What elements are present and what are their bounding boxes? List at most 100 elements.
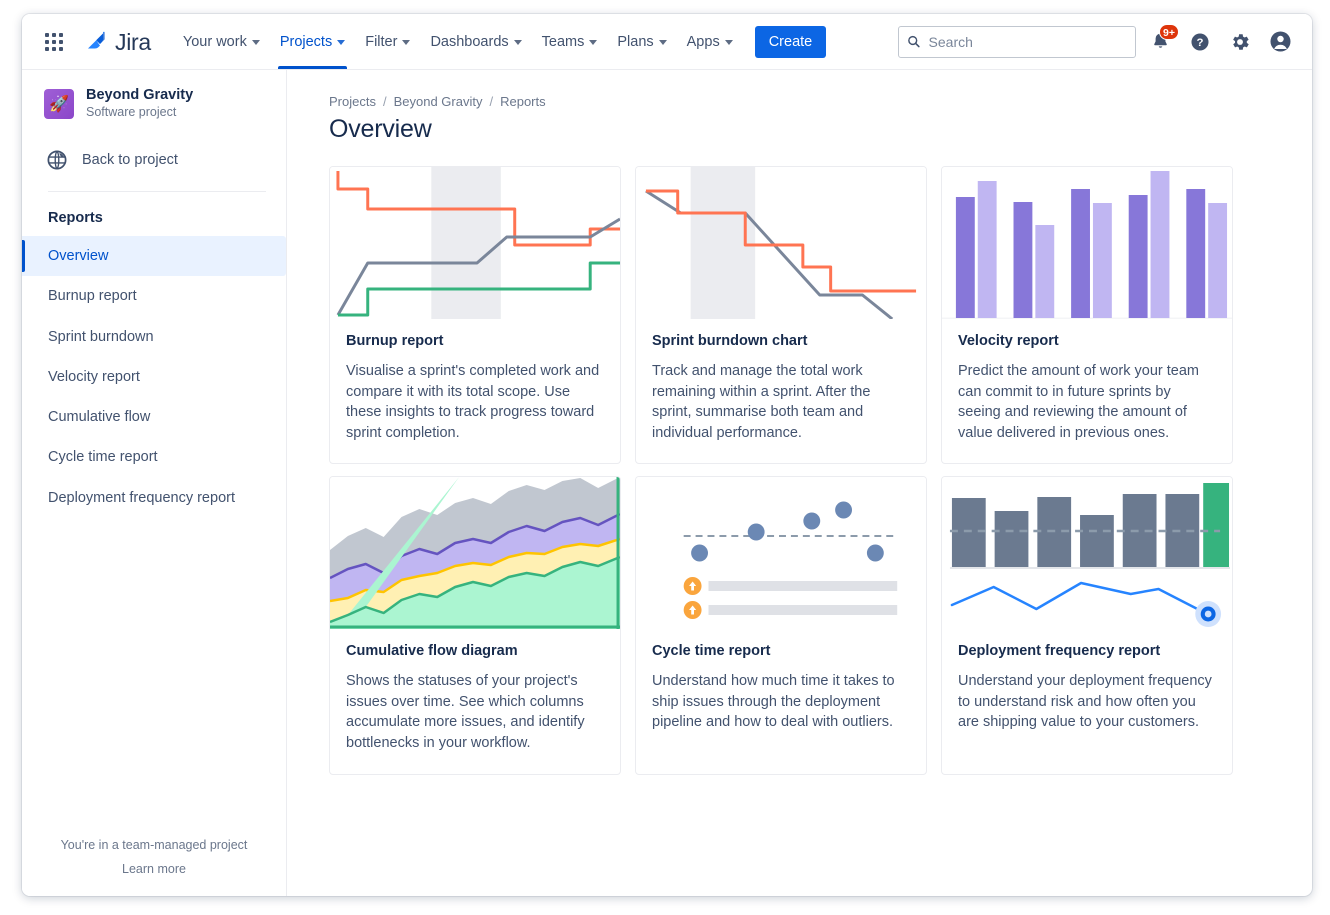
team-managed-note: You're in a team-managed project [38,838,270,852]
sidebar-item-velocity-report[interactable]: Velocity report [22,357,286,397]
chevron-down-icon [589,40,597,45]
report-card-deployment-frequency-report[interactable]: Deployment frequency report Understand y… [941,476,1233,774]
profile-avatar-icon [1268,29,1293,54]
project-header[interactable]: 🚀 Beyond Gravity Software project [22,86,286,121]
card-description: Visualise a sprint's completed work and … [346,361,604,443]
nav-item-plans[interactable]: Plans [607,14,676,69]
chevron-down-icon [402,40,410,45]
breadcrumb: Projects / Beyond Gravity / Reports [329,94,1272,109]
burnup-chart-thumbnail [330,167,620,319]
project-sidebar: 🚀 Beyond Gravity Software project Back t… [22,70,287,896]
back-to-project-label: Back to project [82,152,178,168]
velocity-bar-chart-thumbnail [942,167,1232,319]
page-body: 🚀 Beyond Gravity Software project Back t… [22,70,1312,896]
breadcrumb-reports[interactable]: Reports [500,94,546,109]
report-card-sprint-burndown-chart[interactable]: Sprint burndown chart Track and manage t… [635,166,927,464]
sidebar-item-label: Burnup report [48,288,137,304]
main-content: Projects / Beyond Gravity / Reports Over… [287,70,1312,896]
app-window: Jira Your work Projects Filter Dashboard… [22,14,1312,896]
sidebar-item-label: Deployment frequency report [48,490,235,506]
report-card-velocity-report[interactable]: Velocity report Predict the amount of wo… [941,166,1233,464]
app-switcher-button[interactable] [38,26,70,58]
chevron-down-icon [337,40,345,45]
chevron-down-icon [514,40,522,45]
card-description: Predict the amount of work your team can… [958,361,1216,443]
settings-button[interactable] [1224,26,1256,58]
svg-text:?: ? [1197,37,1204,49]
card-title: Cycle time report [652,643,910,659]
primary-nav-items: Your work Projects Filter Dashboards Tea… [173,14,743,69]
profile-button[interactable] [1264,26,1296,58]
card-title: Burnup report [346,333,604,349]
report-card-burnup-report[interactable]: Burnup report Visualise a sprint's compl… [329,166,621,464]
grid-apps-icon [45,33,63,51]
card-body: Velocity report Predict the amount of wo… [942,319,1232,463]
sidebar-divider [48,191,266,192]
sidebar-item-cumulative-flow[interactable]: Cumulative flow [22,397,286,437]
breadcrumb-beyond-gravity[interactable]: Beyond Gravity [394,94,483,109]
sidebar-section-reports: Reports [22,202,286,234]
breadcrumb-projects[interactable]: Projects [329,94,376,109]
top-navigation-bar: Jira Your work Projects Filter Dashboard… [22,14,1312,70]
report-card-cycle-time-report[interactable]: Cycle time report Understand how much ti… [635,476,927,774]
report-card-cumulative-flow-diagram[interactable]: Cumulative flow diagram Shows the status… [329,476,621,774]
nav-label: Your work [183,34,247,50]
nav-item-dashboards[interactable]: Dashboards [420,14,531,69]
sidebar-item-label: Cumulative flow [48,409,150,425]
sidebar-item-overview[interactable]: Overview [22,236,286,276]
rocket-icon: 🚀 [44,89,74,119]
nav-label: Filter [365,34,397,50]
sidebar-item-deployment-frequency-report[interactable]: Deployment frequency report [22,478,286,518]
nav-item-filter[interactable]: Filter [355,14,420,69]
topnav-right-group: 9+ ? [898,26,1296,58]
learn-more-link[interactable]: Learn more [38,862,270,876]
create-button[interactable]: Create [755,26,827,58]
search-input[interactable] [929,34,1127,50]
card-title: Velocity report [958,333,1216,349]
help-button[interactable]: ? [1184,26,1216,58]
card-description: Track and manage the total work remainin… [652,361,910,443]
nav-label: Projects [280,34,332,50]
sidebar-item-label: Overview [48,248,108,264]
sidebar-item-sprint-burndown[interactable]: Sprint burndown [22,317,286,357]
nav-label: Dashboards [430,34,508,50]
nav-item-teams[interactable]: Teams [532,14,608,69]
card-description: Understand how much time it takes to shi… [652,671,910,733]
nav-item-your-work[interactable]: Your work [173,14,270,69]
nav-label: Teams [542,34,585,50]
card-body: Sprint burndown chart Track and manage t… [636,319,926,463]
cycle-time-scatter-thumbnail [636,477,926,629]
help-icon: ? [1189,31,1211,53]
card-title: Cumulative flow diagram [346,643,604,659]
back-to-project-link[interactable]: Back to project [22,143,286,177]
card-body: Cumulative flow diagram Shows the status… [330,629,620,773]
globe-icon [46,149,68,171]
nav-item-apps[interactable]: Apps [677,14,743,69]
search-box[interactable] [898,26,1136,58]
card-body: Cycle time report Understand how much ti… [636,629,926,753]
sidebar-item-label: Velocity report [48,369,140,385]
card-body: Deployment frequency report Understand y… [942,629,1232,753]
jira-home-logo[interactable]: Jira [84,26,151,58]
card-body: Burnup report Visualise a sprint's compl… [330,319,620,463]
project-type: Software project [86,104,193,121]
burndown-chart-thumbnail [636,167,926,319]
notifications-button[interactable]: 9+ [1144,26,1176,58]
sidebar-footer: You're in a team-managed project Learn m… [22,838,286,896]
card-description: Understand your deployment frequency to … [958,671,1216,733]
card-title: Sprint burndown chart [652,333,910,349]
chevron-down-icon [252,40,260,45]
breadcrumb-separator: / [383,94,387,109]
chevron-down-icon [659,40,667,45]
sidebar-item-burnup-report[interactable]: Burnup report [22,276,286,316]
nav-item-projects[interactable]: Projects [270,14,355,69]
reports-card-grid: Burnup report Visualise a sprint's compl… [329,166,1272,775]
search-icon [907,34,921,49]
settings-gear-icon [1229,31,1251,53]
page-title: Overview [329,115,1272,144]
nav-label: Apps [687,34,720,50]
sidebar-item-label: Sprint burndown [48,329,154,345]
sidebar-item-cycle-time-report[interactable]: Cycle time report [22,437,286,477]
chevron-down-icon [725,40,733,45]
nav-label: Plans [617,34,653,50]
